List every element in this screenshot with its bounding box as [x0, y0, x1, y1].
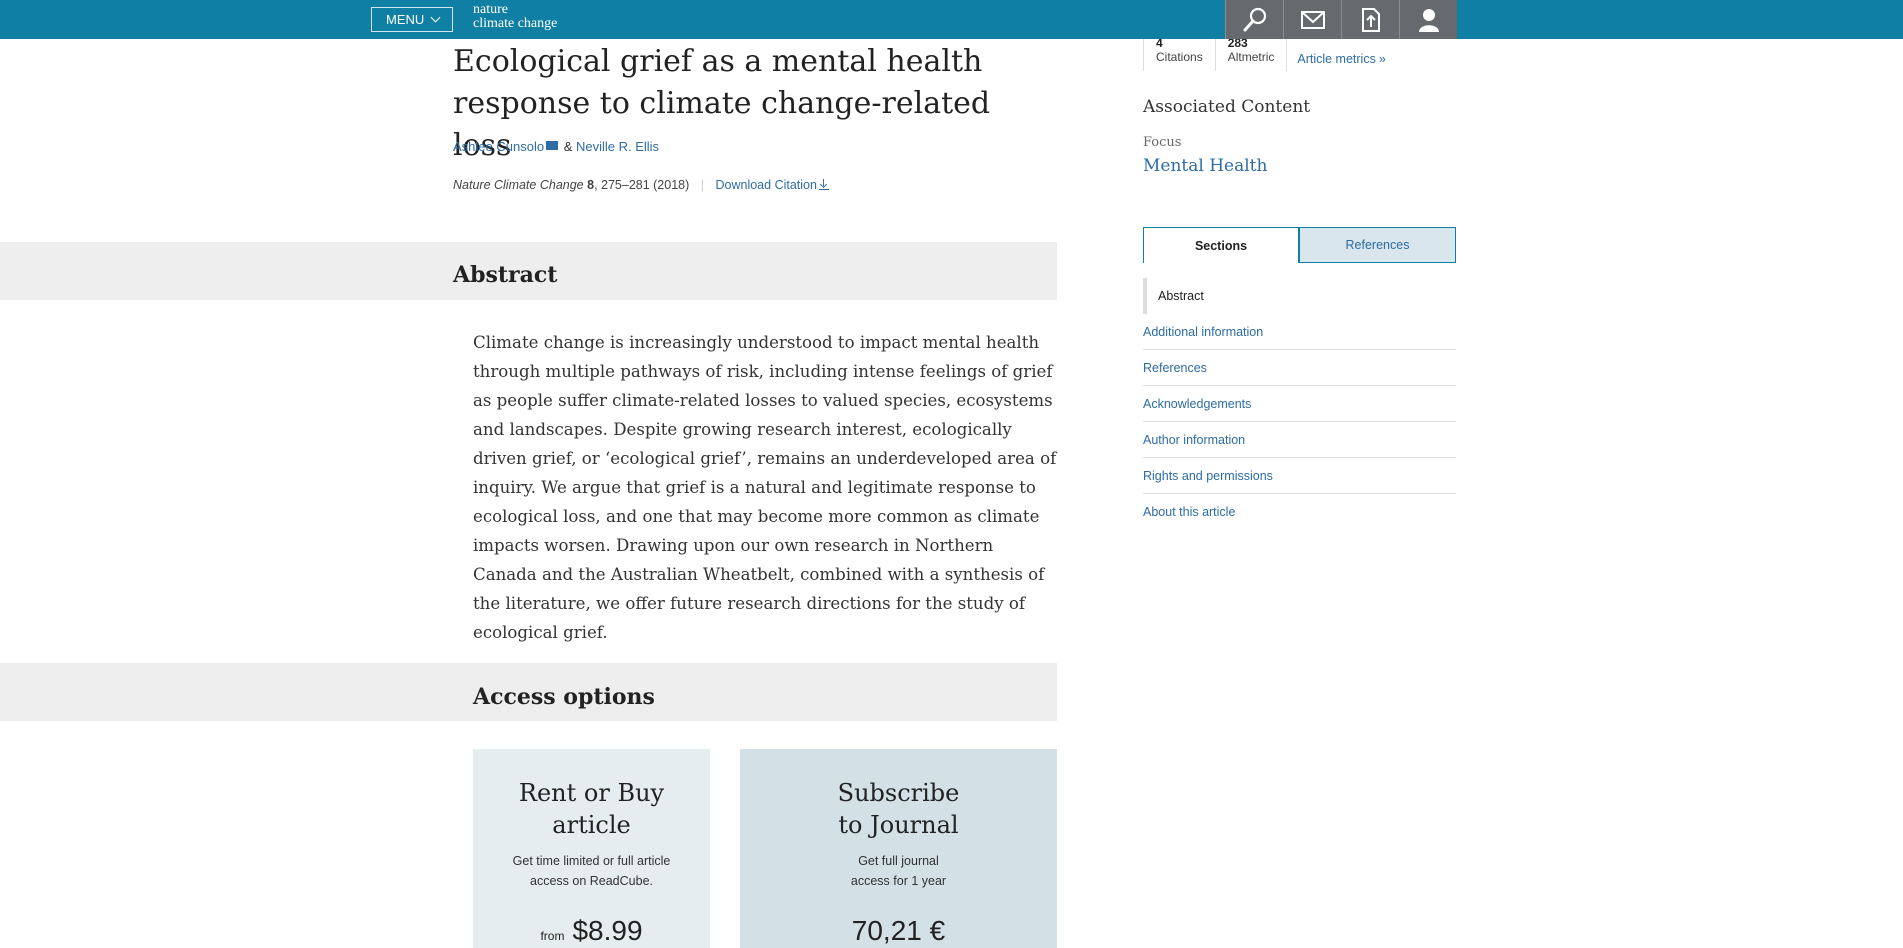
- citation-separator: |: [700, 178, 705, 192]
- logo-line-1: nature: [473, 2, 508, 17]
- altmetric-label: Altmetric: [1227, 50, 1275, 64]
- rent-or-buy-card[interactable]: Rent or Buy article Get time limited or …: [473, 749, 710, 948]
- section-item-author-information[interactable]: Author information: [1143, 422, 1456, 458]
- subscribe-price: 70,21 €: [851, 915, 946, 946]
- sections-nav: Abstract Additional information Referenc…: [1143, 278, 1456, 530]
- rent-price-from: from: [540, 929, 565, 943]
- article-metrics-bar: 4 Citations 283 Altmetric Article metric…: [1143, 37, 1398, 71]
- subscribe-card-title: Subscribe to Journal: [740, 777, 1057, 841]
- subscribe-desc-line-2: access for 1 year: [850, 874, 947, 888]
- rent-title-line-2: article: [552, 811, 631, 839]
- download-citation-link[interactable]: Download Citation: [716, 178, 829, 192]
- account-button[interactable]: [1399, 0, 1457, 39]
- user-icon: [1418, 8, 1439, 32]
- upload-icon: [1361, 7, 1380, 32]
- mail-icon: [1300, 10, 1325, 29]
- section-item-abstract[interactable]: Abstract: [1143, 278, 1456, 314]
- search-button[interactable]: [1225, 0, 1283, 39]
- rent-price: from $8.99: [473, 915, 710, 947]
- article-metrics-link[interactable]: Article metrics»: [1286, 37, 1397, 71]
- citations-metric[interactable]: 4 Citations: [1143, 37, 1215, 71]
- subscribe-title-line-2: to Journal: [838, 811, 959, 839]
- citation-line: Nature Climate Change 8, 275–281 (2018) …: [453, 178, 829, 192]
- mail-icon[interactable]: [546, 141, 559, 150]
- section-item-additional-information[interactable]: Additional information: [1143, 314, 1456, 350]
- author-separator: &: [563, 139, 573, 154]
- author-link-1[interactable]: Ashlee Cunsolo: [453, 139, 544, 154]
- focus-label: Focus: [1143, 135, 1182, 150]
- logo-line-2: climate change: [473, 16, 558, 31]
- rent-desc-line-1: Get time limited or full article: [512, 854, 671, 868]
- tab-sections[interactable]: Sections: [1143, 227, 1299, 263]
- subscribe-desc-line-1: Get full journal: [858, 854, 939, 868]
- section-item-references[interactable]: References: [1143, 350, 1456, 386]
- article-metrics-label: Article metrics: [1297, 52, 1376, 66]
- subscribe-card[interactable]: Subscribe to Journal Get full journal ac…: [740, 749, 1057, 948]
- menu-button[interactable]: MENU: [371, 7, 453, 32]
- section-item-acknowledgements[interactable]: Acknowledgements: [1143, 386, 1456, 422]
- citations-label: Citations: [1156, 50, 1203, 64]
- search-icon: [1243, 7, 1266, 31]
- chevron-down-icon: [430, 12, 441, 23]
- abstract-heading: Abstract: [453, 262, 558, 288]
- focus-link-mental-health[interactable]: Mental Health: [1143, 156, 1267, 176]
- top-icon-group: [1225, 0, 1457, 39]
- access-options-heading: Access options: [473, 684, 655, 710]
- tab-references[interactable]: References: [1299, 227, 1456, 263]
- rent-title-line-1: Rent or Buy: [518, 779, 665, 807]
- sidebar-tabs: Sections References: [1143, 227, 1456, 263]
- download-icon: [818, 179, 829, 190]
- abstract-text: Climate change is increasingly understoo…: [473, 333, 1057, 642]
- pages-year: , 275–281 (2018): [594, 178, 690, 192]
- subscribe-card-description: Get full journal access for 1 year: [740, 851, 1057, 891]
- double-chevron-right-icon: »: [1378, 52, 1386, 66]
- section-item-rights-and-permissions[interactable]: Rights and permissions: [1143, 458, 1456, 494]
- rent-price-value: $8.99: [572, 915, 643, 946]
- submit-button[interactable]: [1341, 0, 1399, 39]
- email-button[interactable]: [1283, 0, 1341, 39]
- rent-card-title: Rent or Buy article: [473, 777, 710, 841]
- menu-label: MENU: [386, 12, 425, 27]
- section-item-about-this-article[interactable]: About this article: [1143, 494, 1456, 530]
- author-link-2[interactable]: Neville R. Ellis: [576, 139, 659, 154]
- author-list: Ashlee Cunsolo & Neville R. Ellis: [453, 139, 659, 154]
- journal-name: Nature Climate Change: [453, 178, 584, 192]
- download-citation-label: Download Citation: [715, 178, 817, 192]
- rent-desc-line-2: access on ReadCube.: [530, 874, 653, 888]
- subscribe-title-line-1: Subscribe: [837, 779, 960, 807]
- journal-logo[interactable]: nature climate change: [473, 3, 557, 31]
- rent-card-description: Get time limited or full article access …: [473, 851, 710, 891]
- altmetric-metric[interactable]: 283 Altmetric: [1214, 37, 1287, 71]
- top-navigation-bar: MENU nature climate change: [0, 0, 1903, 39]
- associated-content-heading: Associated Content: [1143, 97, 1311, 117]
